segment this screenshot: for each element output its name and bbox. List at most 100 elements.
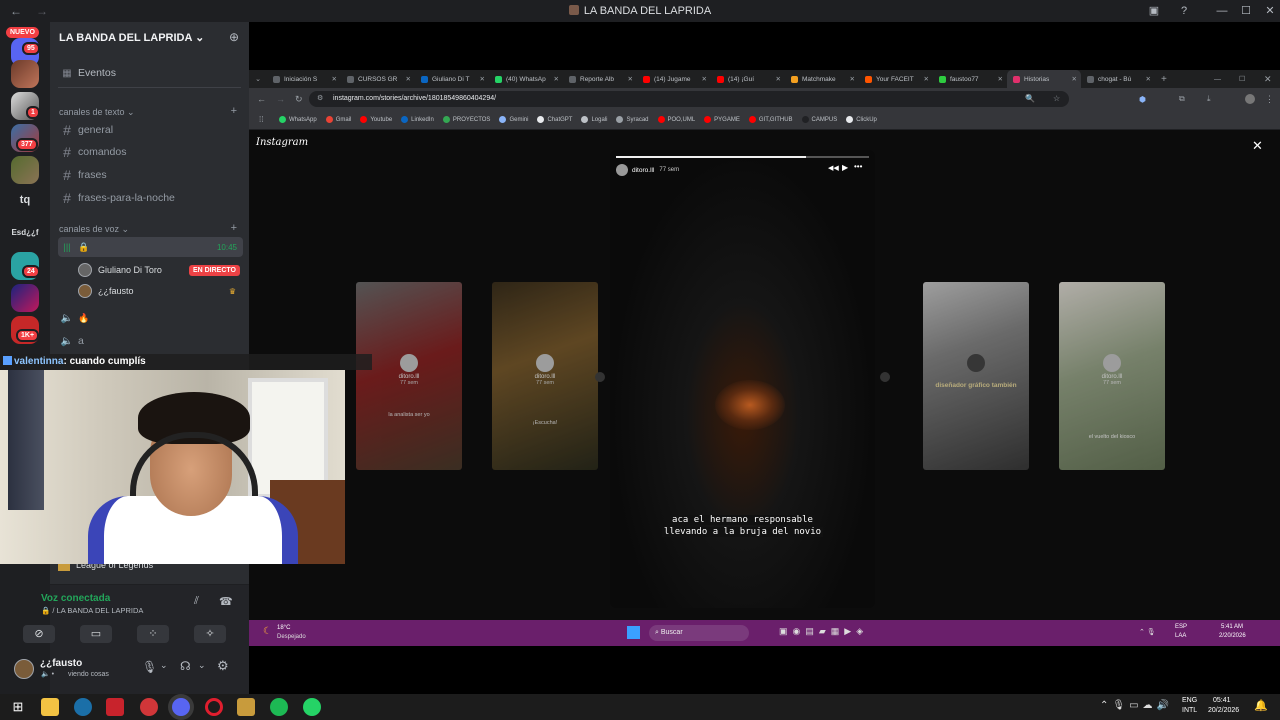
tab-close-icon[interactable]: ✕ <box>924 75 929 83</box>
tab-close-icon[interactable]: ✕ <box>554 75 559 83</box>
browser-tab[interactable]: faustoo77 ✕ <box>933 70 1007 88</box>
bookmark-item[interactable]: Youtube <box>360 116 392 123</box>
minimize-button[interactable]: — <box>1210 0 1234 22</box>
events-item[interactable]: ▦ Eventos <box>58 63 243 83</box>
profile-avatar[interactable] <box>1245 94 1255 104</box>
tab-close-icon[interactable]: ✕ <box>702 75 707 83</box>
story-thumbnail-1[interactable]: ditoro.lll 77 sem la analista ser yo <box>356 282 462 470</box>
server-tq[interactable]: tq <box>8 194 42 206</box>
notification-icon[interactable]: 🔔 <box>1254 699 1268 712</box>
previous-story-icon[interactable] <box>595 372 605 382</box>
next-story-icon[interactable] <box>880 372 890 382</box>
voice-channel-name[interactable]: 🔒 / LA BANDA DEL LAPRIDA <box>41 606 143 615</box>
forward-button[interactable]: → <box>36 4 52 18</box>
browser-tab[interactable]: Giuliano Di T ✕ <box>415 70 489 88</box>
server-icon-7[interactable] <box>11 284 39 312</box>
spotify-icon[interactable] <box>270 698 288 716</box>
tab-close-icon[interactable]: ✕ <box>776 75 781 83</box>
maximize-button[interactable]: ☐ <box>1234 0 1258 22</box>
close-icon[interactable]: ✕ <box>1252 138 1263 154</box>
bookmark-item[interactable]: WhatsApp <box>279 116 317 123</box>
channel-comandos[interactable]: # comandos <box>58 142 243 162</box>
bookmark-item[interactable]: Logali <box>581 116 607 123</box>
browser-tab[interactable]: Iniciación S ✕ <box>267 70 341 88</box>
tab-search-icon[interactable]: ⌄ <box>249 75 267 83</box>
headphones-icon[interactable]: ☊ <box>180 659 191 673</box>
voice-channel-a[interactable]: 🔈 a <box>58 331 243 351</box>
browser-tab[interactable]: chogat - Bú ✕ <box>1081 70 1155 88</box>
tab-close-icon[interactable]: ✕ <box>628 75 633 83</box>
inbox-icon[interactable]: ▣ <box>1142 0 1166 22</box>
user-avatar[interactable] <box>14 659 34 679</box>
browser-tab[interactable]: (14) ¡Guí ✕ <box>711 70 785 88</box>
mute-icon[interactable]: ◀◀ <box>828 164 839 172</box>
channel-general[interactable]: # general <box>58 120 243 140</box>
new-badge[interactable]: NUEVO <box>6 27 39 38</box>
new-tab-button[interactable]: + <box>1161 74 1167 85</box>
soundboard-button[interactable]: ✧ <box>194 625 226 643</box>
activities-button[interactable]: ⁘ <box>137 625 169 643</box>
bookmark-item[interactable]: PYGAME <box>704 116 740 123</box>
opera-icon[interactable] <box>205 698 223 716</box>
help-icon[interactable]: ? <box>1172 0 1196 22</box>
whatsapp-icon[interactable] <box>303 698 321 716</box>
disconnect-icon[interactable]: ☎ <box>219 595 233 608</box>
discord-icon[interactable] <box>172 698 190 716</box>
voice-status[interactable]: Voz conectada <box>41 593 110 604</box>
chevron-down-icon[interactable]: ⌄ <box>198 660 206 671</box>
tab-close-icon[interactable]: ✕ <box>850 75 855 83</box>
riot-client-icon[interactable] <box>140 698 158 716</box>
back-button[interactable]: ← <box>10 4 26 18</box>
bookmark-item[interactable]: POO,UML <box>657 116 695 123</box>
story-user[interactable]: ditoro.lll <box>632 167 654 174</box>
more-icon[interactable]: ••• <box>854 162 862 171</box>
league-icon[interactable] <box>237 698 255 716</box>
settings-icon[interactable]: ⚙ <box>217 658 229 674</box>
bookmark-item[interactable]: Gmail <box>325 116 351 123</box>
download-icon[interactable]: ⤓ <box>1207 94 1211 104</box>
tab-close-icon[interactable]: ✕ <box>1072 75 1077 83</box>
voice-channel-active[interactable]: ||| 🔒 10:45 <box>58 237 243 257</box>
maximize-button[interactable]: ☐ <box>1239 75 1245 83</box>
bookmark-item[interactable]: LinkedIn <box>401 116 434 123</box>
steam-icon[interactable] <box>74 698 92 716</box>
tray-date[interactable]: 20/2/2026 <box>1208 707 1239 714</box>
forward-icon[interactable]: → <box>276 94 285 104</box>
add-text-channel-icon[interactable]: + <box>231 105 237 117</box>
voice-category[interactable]: canales de voz ⌄ <box>59 224 129 235</box>
browser-tab[interactable]: CURSOS GR ✕ <box>341 70 415 88</box>
tab-close-icon[interactable]: ✕ <box>998 75 1003 83</box>
extension-icon[interactable]: ⬢ <box>1139 95 1146 104</box>
add-voice-channel-icon[interactable]: + <box>231 222 237 234</box>
server-esd[interactable]: Esd¿¿f <box>8 228 42 237</box>
tray-time[interactable]: 05:41 <box>1213 697 1231 704</box>
noise-suppression-icon[interactable]: ⫽ <box>194 595 199 608</box>
add-member-icon[interactable]: ⊕ <box>229 30 239 44</box>
text-category[interactable]: canales de texto ⌄ <box>59 107 135 118</box>
bookmark-item[interactable]: Syracad <box>616 116 649 123</box>
user-name[interactable]: ¿¿fausto <box>40 658 82 669</box>
tab-close-icon[interactable]: ✕ <box>1146 75 1151 83</box>
channel-frases-para-la-noche[interactable]: # frases-para-la-noche <box>58 188 243 208</box>
browser-tab[interactable]: Historias ✕ <box>1007 70 1081 88</box>
close-button[interactable]: ✕ <box>1258 0 1280 22</box>
minimize-button[interactable]: — <box>1214 76 1221 83</box>
play-icon[interactable]: ▶ <box>842 163 848 172</box>
apps-icon[interactable]: ⁞⁞ <box>259 115 263 124</box>
browser-tab[interactable]: (40) WhatsAp ✕ <box>489 70 563 88</box>
voice-user-giuliano[interactable]: Giuliano Di Toro EN DIRECTO <box>78 260 240 280</box>
back-icon[interactable]: ← <box>257 94 266 104</box>
bookmark-star-icon[interactable]: ☆ <box>1053 91 1060 107</box>
server-icon-2[interactable] <box>11 60 39 88</box>
browser-tab[interactable]: (14) Jugame ✕ <box>637 70 711 88</box>
story-thumbnail-3[interactable]: diseñador gráfico también <box>923 282 1029 470</box>
bookmark-item[interactable]: ClickUp <box>846 116 877 123</box>
story-thumbnail-2[interactable]: ditoro.lll 77 sem ¡Escucha! <box>492 282 598 470</box>
tray-lang[interactable]: ENG <box>1182 697 1197 704</box>
voicemeeter-icon[interactable] <box>106 698 124 716</box>
browser-tab[interactable]: Your FACEIT ✕ <box>859 70 933 88</box>
bookmark-item[interactable]: CAMPUS <box>801 116 837 123</box>
guild-header[interactable]: LA BANDA DEL LAPRIDA ⌄ <box>59 31 204 44</box>
tray-icons[interactable]: ⌃🎙▭☁🔊 <box>1100 700 1173 711</box>
zoom-icon[interactable]: 🔍 <box>1025 91 1035 107</box>
